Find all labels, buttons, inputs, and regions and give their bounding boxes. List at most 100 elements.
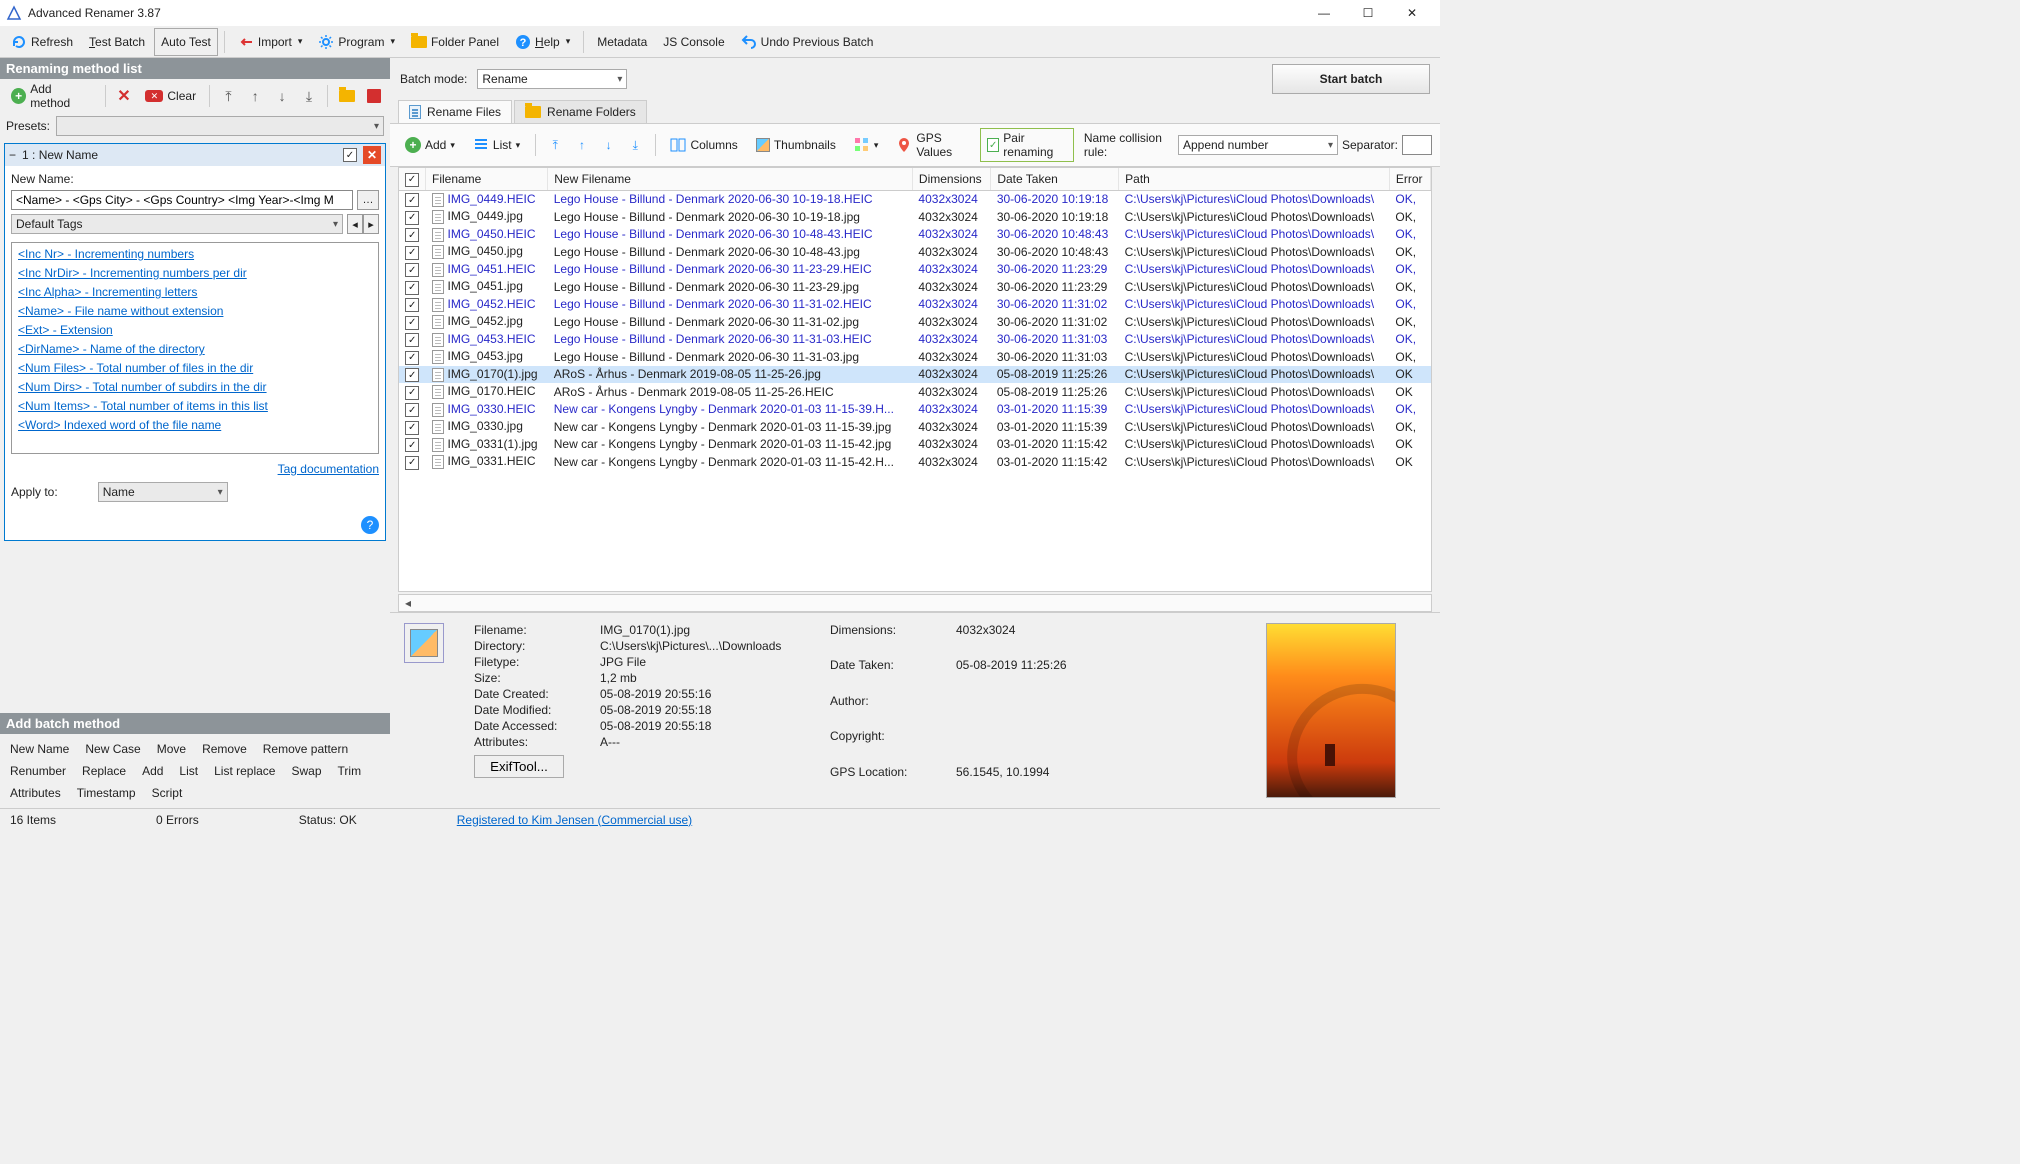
test-batch-button[interactable]: Test Batch — [82, 28, 152, 56]
row-checkbox[interactable]: ✓ — [405, 368, 419, 382]
table-row[interactable]: ✓IMG_0453.HEICLego House - Billund - Den… — [399, 331, 1431, 349]
tab-rename-folders[interactable]: Rename Folders — [514, 100, 647, 123]
tag-link[interactable]: <Ext> - Extension — [18, 323, 372, 337]
tag-documentation-link[interactable]: Tag documentation — [11, 462, 379, 476]
registration-link[interactable]: Registered to Kim Jensen (Commercial use… — [457, 813, 692, 827]
batch-method-item[interactable]: Attributes — [2, 782, 69, 804]
col-new-filename[interactable]: New Filename — [548, 168, 913, 190]
table-row[interactable]: ✓IMG_0331.HEICNew car - Kongens Lyngby -… — [399, 453, 1431, 471]
maximize-button[interactable]: ☐ — [1346, 0, 1390, 26]
row-checkbox[interactable]: ✓ — [405, 351, 419, 365]
move-down-button[interactable]: ↓ — [270, 84, 295, 108]
add-files-button[interactable]: +Add▾ — [398, 131, 462, 159]
row-checkbox[interactable]: ✓ — [405, 316, 419, 330]
col-error[interactable]: Error — [1389, 168, 1430, 190]
auto-test-button[interactable]: Auto Test — [154, 28, 218, 56]
row-checkbox[interactable]: ✓ — [405, 281, 419, 295]
columns-button[interactable]: Columns — [663, 131, 744, 159]
import-button[interactable]: Import▾ — [231, 28, 310, 56]
method-close-button[interactable]: ✕ — [363, 146, 381, 164]
row-checkbox[interactable]: ✓ — [405, 456, 419, 470]
open-preset-button[interactable] — [334, 84, 359, 108]
view-options-button[interactable]: ▾ — [847, 131, 886, 159]
batch-method-item[interactable]: List — [171, 760, 206, 782]
files-grid[interactable]: ✓ Filename New Filename Dimensions Date … — [398, 167, 1432, 592]
table-row[interactable]: ✓IMG_0330.jpgNew car - Kongens Lyngby - … — [399, 418, 1431, 436]
col-path[interactable]: Path — [1119, 168, 1390, 190]
table-row[interactable]: ✓IMG_0450.HEICLego House - Billund - Den… — [399, 226, 1431, 244]
refresh-button[interactable]: Refresh — [4, 28, 80, 56]
row-checkbox[interactable]: ✓ — [405, 386, 419, 400]
row-checkbox[interactable]: ✓ — [405, 211, 419, 225]
minimize-button[interactable]: — — [1302, 0, 1346, 26]
scroll-left-icon[interactable]: ◂ — [399, 596, 417, 610]
batch-method-item[interactable]: New Name — [2, 738, 77, 760]
sort-top-button[interactable]: ⤒ — [544, 133, 567, 157]
batch-method-item[interactable]: New Case — [77, 738, 148, 760]
metadata-button[interactable]: Metadata — [590, 28, 654, 56]
table-row[interactable]: ✓IMG_0170.HEICARoS - Århus - Denmark 201… — [399, 383, 1431, 401]
tag-link[interactable]: <Num Items> - Total number of items in t… — [18, 399, 372, 413]
tag-link[interactable]: <DirName> - Name of the directory — [18, 342, 372, 356]
tab-rename-files[interactable]: Rename Files — [398, 100, 512, 123]
select-all-checkbox[interactable]: ✓ — [405, 173, 419, 187]
thumbnails-button[interactable]: Thumbnails — [749, 131, 843, 159]
batch-method-item[interactable]: Script — [144, 782, 191, 804]
batch-method-item[interactable]: Move — [149, 738, 194, 760]
start-batch-button[interactable]: Start batch — [1272, 64, 1430, 94]
batch-method-item[interactable]: Trim — [330, 760, 370, 782]
move-up-button[interactable]: ↑ — [243, 84, 268, 108]
add-method-button[interactable]: + Add method — [4, 82, 99, 110]
batch-method-item[interactable]: Swap — [283, 760, 329, 782]
row-checkbox[interactable]: ✓ — [405, 298, 419, 312]
tag-link[interactable]: <Name> - File name without extension — [18, 304, 372, 318]
table-row[interactable]: ✓IMG_0330.HEICNew car - Kongens Lyngby -… — [399, 401, 1431, 419]
col-dimensions[interactable]: Dimensions — [912, 168, 990, 190]
row-checkbox[interactable]: ✓ — [405, 263, 419, 277]
sort-up-button[interactable]: ↑ — [571, 133, 594, 157]
method-help-button[interactable]: ? — [361, 516, 379, 534]
horizontal-scrollbar[interactable]: ◂ — [398, 594, 1432, 612]
exiftool-button[interactable]: ExifTool... — [474, 755, 564, 778]
collision-combo[interactable]: Append number — [1178, 135, 1338, 155]
row-checkbox[interactable]: ✓ — [405, 228, 419, 242]
list-button[interactable]: List▾ — [466, 131, 527, 159]
table-row[interactable]: ✓IMG_0449.jpgLego House - Billund - Denm… — [399, 208, 1431, 226]
row-checkbox[interactable]: ✓ — [405, 438, 419, 452]
tag-link[interactable]: <Inc Nr> - Incrementing numbers — [18, 247, 372, 261]
table-row[interactable]: ✓IMG_0449.HEICLego House - Billund - Den… — [399, 190, 1431, 208]
collapse-icon[interactable]: − — [9, 148, 16, 162]
table-row[interactable]: ✓IMG_0331(1).jpgNew car - Kongens Lyngby… — [399, 436, 1431, 454]
sort-down-button[interactable]: ↓ — [597, 133, 620, 157]
sort-bottom-button[interactable]: ⤓ — [624, 133, 647, 157]
gps-values-button[interactable]: GPS Values — [889, 131, 976, 159]
row-checkbox[interactable]: ✓ — [405, 193, 419, 207]
presets-combo[interactable] — [56, 116, 384, 136]
help-button[interactable]: ? Help▾ — [508, 28, 577, 56]
batch-method-item[interactable]: Add — [134, 760, 171, 782]
col-filename[interactable]: Filename — [426, 168, 548, 190]
row-checkbox[interactable]: ✓ — [405, 333, 419, 347]
batch-mode-combo[interactable]: Rename — [477, 69, 627, 89]
batch-method-item[interactable]: Remove — [194, 738, 255, 760]
program-button[interactable]: Program▾ — [311, 28, 402, 56]
table-row[interactable]: ✓IMG_0453.jpgLego House - Billund - Denm… — [399, 348, 1431, 366]
tag-link[interactable]: <Word> Indexed word of the file name — [18, 418, 372, 432]
row-checkbox[interactable]: ✓ — [405, 246, 419, 260]
table-row[interactable]: ✓IMG_0170(1).jpgARoS - Århus - Denmark 2… — [399, 366, 1431, 384]
tags-category-combo[interactable]: Default Tags — [11, 214, 343, 234]
batch-method-item[interactable]: List replace — [206, 760, 283, 782]
batch-method-item[interactable]: Replace — [74, 760, 134, 782]
tags-prev-button[interactable]: ◂ — [347, 214, 363, 234]
table-row[interactable]: ✓IMG_0452.jpgLego House - Billund - Denm… — [399, 313, 1431, 331]
tags-next-button[interactable]: ▸ — [363, 214, 379, 234]
tag-link[interactable]: <Inc Alpha> - Incrementing letters — [18, 285, 372, 299]
col-date-taken[interactable]: Date Taken — [991, 168, 1119, 190]
delete-method-button[interactable]: ✕ — [112, 84, 137, 108]
separator-input[interactable] — [1402, 135, 1432, 155]
folder-panel-button[interactable]: Folder Panel — [404, 28, 506, 56]
move-bottom-button[interactable]: ⤓ — [297, 84, 322, 108]
apply-to-combo[interactable]: Name — [98, 482, 228, 502]
batch-method-item[interactable]: Remove pattern — [255, 738, 356, 760]
tag-link[interactable]: <Num Files> - Total number of files in t… — [18, 361, 372, 375]
